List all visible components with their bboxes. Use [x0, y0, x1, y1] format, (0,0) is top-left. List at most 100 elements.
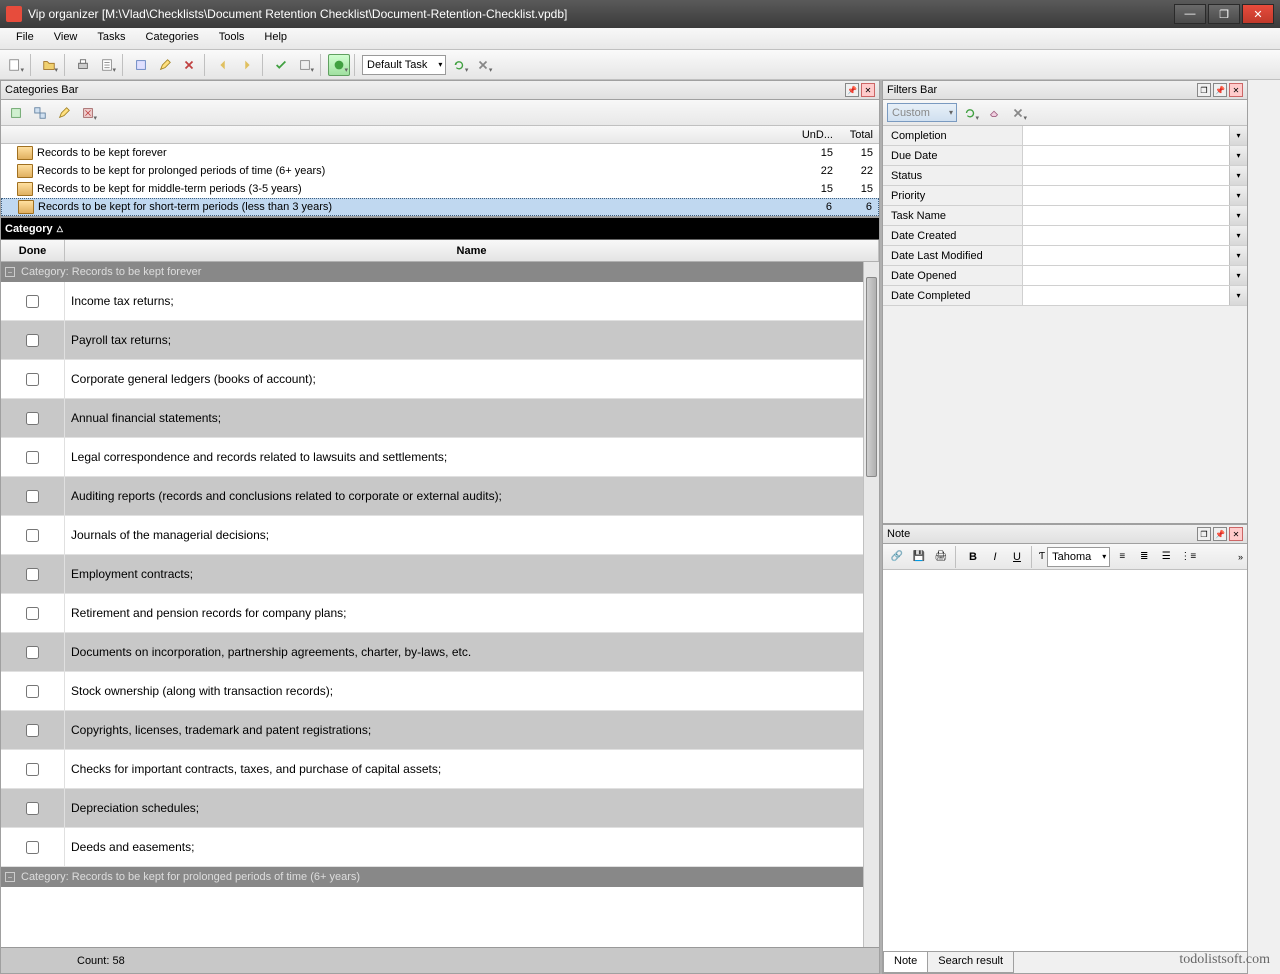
task-row[interactable]: Deeds and easements;	[1, 828, 863, 867]
note-link-button[interactable]: 🔗	[887, 547, 907, 567]
cat-edit-button[interactable]	[53, 102, 75, 124]
task-row[interactable]: Annual financial statements;	[1, 399, 863, 438]
filter-value[interactable]	[1023, 126, 1229, 145]
menu-tasks[interactable]: Tasks	[87, 28, 135, 49]
menu-file[interactable]: File	[6, 28, 44, 49]
category-row[interactable]: Records to be kept forever1515	[1, 144, 879, 162]
filters-pin-button[interactable]: 📌	[1213, 83, 1227, 97]
task-row[interactable]: Auditing reports (records and conclusion…	[1, 477, 863, 516]
maximize-button[interactable]: ❐	[1208, 4, 1240, 24]
grid-group-header[interactable]: −Category: Records to be kept for prolon…	[1, 867, 863, 887]
task-row[interactable]: Income tax returns;	[1, 282, 863, 321]
filter-value[interactable]	[1023, 246, 1229, 265]
task-done-checkbox[interactable]	[26, 529, 39, 542]
filter-dropdown-button[interactable]: ▾	[1229, 266, 1247, 285]
prev-button[interactable]	[212, 54, 234, 76]
menu-tools[interactable]: Tools	[209, 28, 255, 49]
filter-preset-select[interactable]: Custom	[887, 103, 957, 122]
note-list-button[interactable]: ⋮≡	[1178, 547, 1198, 567]
task-done-checkbox[interactable]	[26, 685, 39, 698]
task-row[interactable]: Retirement and pension records for compa…	[1, 594, 863, 633]
filter-value[interactable]	[1023, 186, 1229, 205]
filter-dropdown-button[interactable]: ▾	[1229, 126, 1247, 145]
task-done-checkbox[interactable]	[26, 724, 39, 737]
task-row[interactable]: Stock ownership (along with transaction …	[1, 672, 863, 711]
col-total[interactable]: Total	[839, 126, 879, 143]
task-done-checkbox[interactable]	[26, 295, 39, 308]
scrollbar-thumb[interactable]	[866, 277, 877, 477]
task-row[interactable]: Corporate general ledgers (books of acco…	[1, 360, 863, 399]
filter-value[interactable]	[1023, 166, 1229, 185]
filter-clear-button[interactable]	[1007, 102, 1029, 124]
note-tab-search[interactable]: Search result	[927, 952, 1014, 973]
note-close-button[interactable]: ✕	[1229, 527, 1243, 541]
note-print-button[interactable]: 🖨	[931, 547, 951, 567]
filter-dropdown-button[interactable]: ▾	[1229, 166, 1247, 185]
menu-categories[interactable]: Categories	[136, 28, 209, 49]
filter-dropdown-button[interactable]: ▾	[1229, 186, 1247, 205]
filter-value[interactable]	[1023, 206, 1229, 225]
task-row[interactable]: Legal correspondence and records related…	[1, 438, 863, 477]
categories-pin-button[interactable]: 📌	[845, 83, 859, 97]
note-align-center-button[interactable]: ≣	[1134, 547, 1154, 567]
task-row[interactable]: Payroll tax returns;	[1, 321, 863, 360]
note-editor[interactable]	[883, 570, 1247, 951]
filters-close-button[interactable]: ✕	[1229, 83, 1243, 97]
task-done-checkbox[interactable]	[26, 841, 39, 854]
next-button[interactable]	[236, 54, 258, 76]
task-done-checkbox[interactable]	[26, 763, 39, 776]
filter-erase-button[interactable]	[983, 102, 1005, 124]
edit-button[interactable]	[154, 54, 176, 76]
filter-toggle-button[interactable]	[328, 54, 350, 76]
category-row[interactable]: Records to be kept for short-term period…	[1, 198, 879, 216]
filter-dropdown-button[interactable]: ▾	[1229, 146, 1247, 165]
open-button[interactable]	[38, 54, 60, 76]
col-undone[interactable]: UnD...	[799, 126, 839, 143]
filter-dropdown-button[interactable]: ▾	[1229, 226, 1247, 245]
filter-value[interactable]	[1023, 266, 1229, 285]
filters-restore-button[interactable]: ❐	[1197, 83, 1211, 97]
filter-dropdown-button[interactable]: ▾	[1229, 246, 1247, 265]
note-bold-button[interactable]: B	[963, 547, 983, 567]
refresh-button[interactable]	[448, 54, 470, 76]
note-align-right-button[interactable]: ☰	[1156, 547, 1176, 567]
category-row[interactable]: Records to be kept for prolonged periods…	[1, 162, 879, 180]
task-done-checkbox[interactable]	[26, 802, 39, 815]
note-font-select[interactable]: Tahoma	[1047, 547, 1110, 567]
note-more-button[interactable]: »	[1238, 552, 1243, 562]
note-tab-note[interactable]: Note	[883, 952, 928, 973]
category-row[interactable]: Records to be kept for middle-term perio…	[1, 180, 879, 198]
filter-apply-button[interactable]	[959, 102, 981, 124]
close-button[interactable]: ✕	[1242, 4, 1274, 24]
task-done-checkbox[interactable]	[26, 568, 39, 581]
task-row[interactable]: Journals of the managerial decisions;	[1, 516, 863, 555]
grid-group-header[interactable]: −Category: Records to be kept forever	[1, 262, 863, 282]
task-done-checkbox[interactable]	[26, 646, 39, 659]
menu-help[interactable]: Help	[254, 28, 297, 49]
print-button[interactable]	[72, 54, 94, 76]
note-italic-button[interactable]: I	[985, 547, 1005, 567]
col-done[interactable]: Done	[1, 240, 65, 261]
grid-groupby-header[interactable]: Category△	[1, 218, 879, 240]
delete-button[interactable]	[178, 54, 200, 76]
note-pin-button[interactable]: 📌	[1213, 527, 1227, 541]
task-done-checkbox[interactable]	[26, 607, 39, 620]
col-name[interactable]: Name	[65, 240, 879, 261]
import-button[interactable]	[130, 54, 152, 76]
note-underline-button[interactable]: U	[1007, 547, 1027, 567]
task-done-checkbox[interactable]	[26, 451, 39, 464]
task-row[interactable]: Checks for important contracts, taxes, a…	[1, 750, 863, 789]
note-restore-button[interactable]: ❐	[1197, 527, 1211, 541]
check-button[interactable]	[270, 54, 292, 76]
uncheck-button[interactable]	[294, 54, 316, 76]
filter-value[interactable]	[1023, 146, 1229, 165]
task-row[interactable]: Depreciation schedules;	[1, 789, 863, 828]
task-done-checkbox[interactable]	[26, 412, 39, 425]
categories-close-button[interactable]: ✕	[861, 83, 875, 97]
filter-dropdown-button[interactable]: ▾	[1229, 286, 1247, 305]
task-done-checkbox[interactable]	[26, 490, 39, 503]
clear-button[interactable]	[472, 54, 494, 76]
export-button[interactable]	[96, 54, 118, 76]
task-row[interactable]: Documents on incorporation, partnership …	[1, 633, 863, 672]
cat-new-button[interactable]	[5, 102, 27, 124]
